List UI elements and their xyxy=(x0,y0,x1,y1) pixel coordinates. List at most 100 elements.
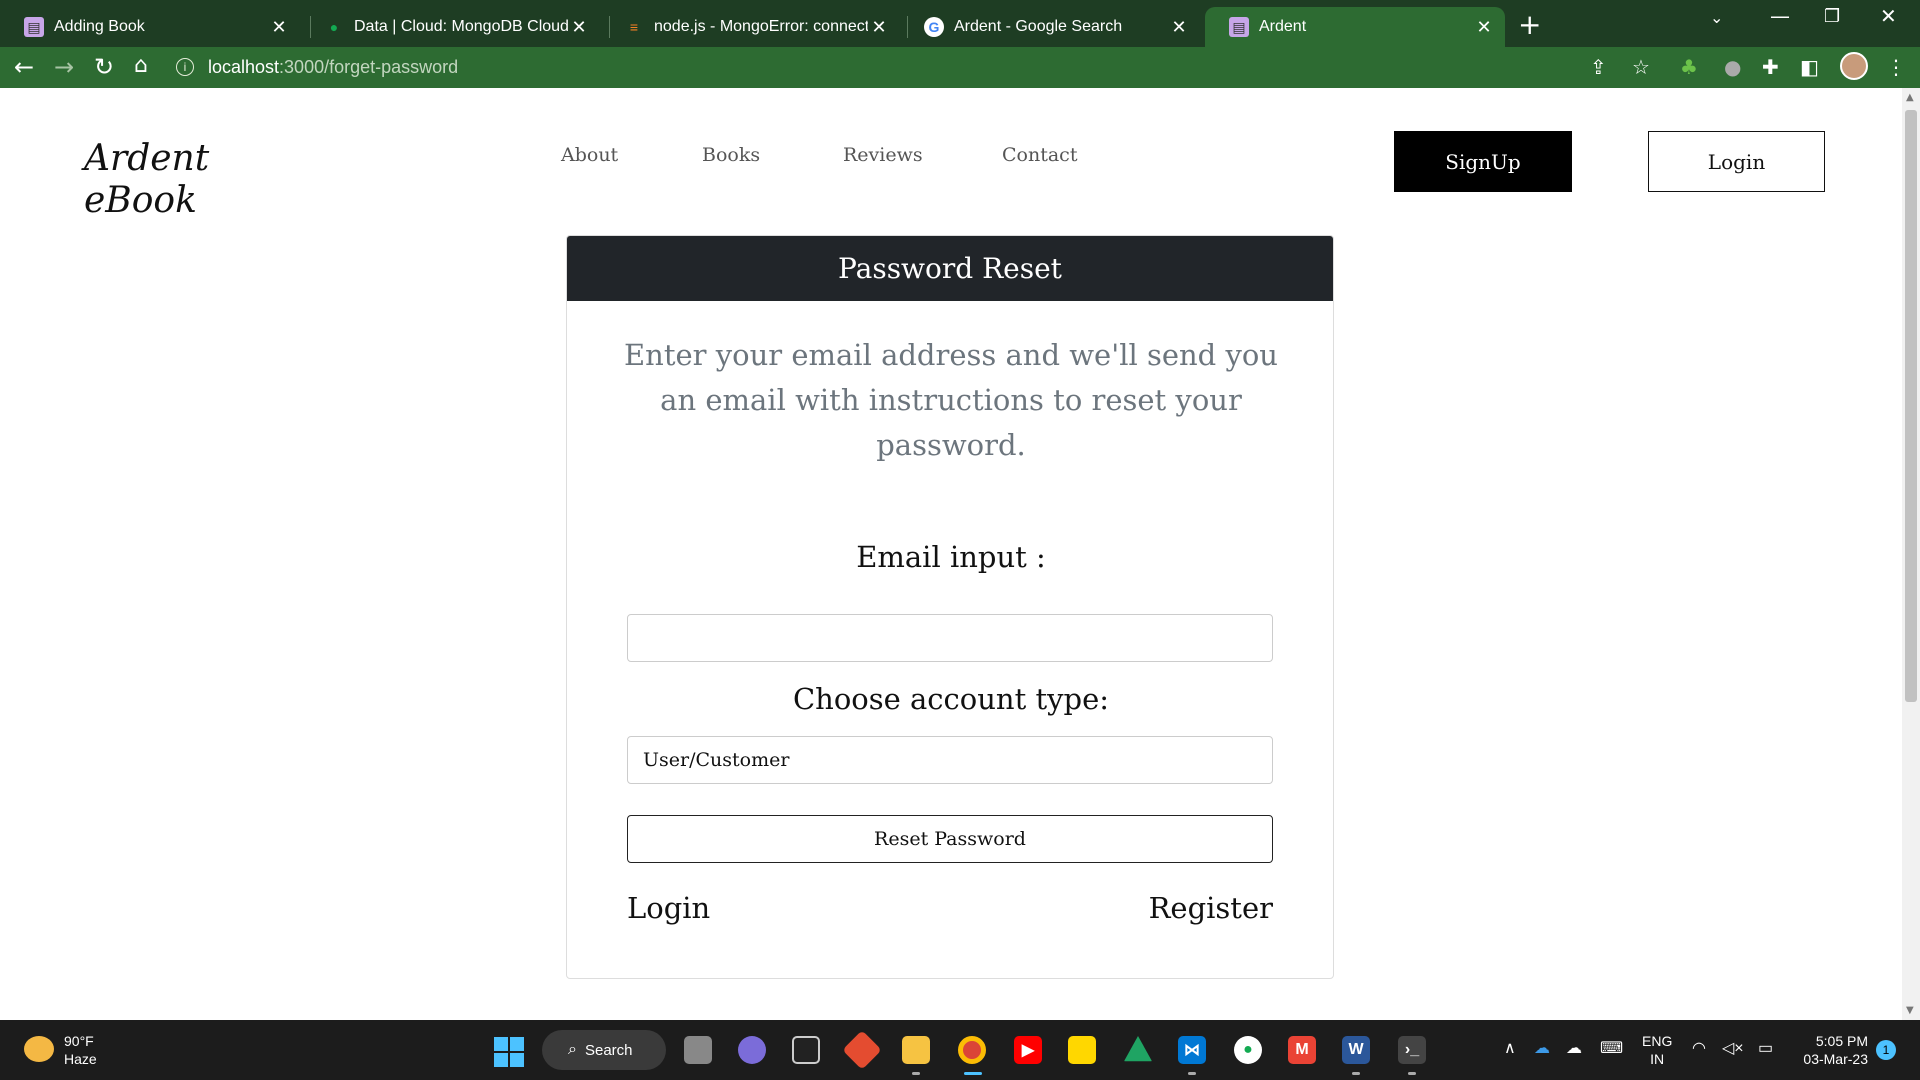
search-label: Search xyxy=(584,1041,633,1059)
restore-icon[interactable]: ❐ xyxy=(1824,6,1840,27)
extensions-puzzle-icon[interactable]: ✚ xyxy=(1762,55,1779,79)
close-tab-icon[interactable]: ✕ xyxy=(868,17,890,38)
account-type-label: Choose account type: xyxy=(792,682,1110,716)
tab-title: node.js - MongoError: connect EC xyxy=(654,18,868,35)
profile-avatar[interactable] xyxy=(1840,52,1868,80)
vscode-icon[interactable]: ⋈ xyxy=(1178,1036,1206,1064)
browser-toolbar: ← → ↻ ⌂ i localhost:3000/forget-password… xyxy=(0,47,1920,88)
terminal-app-icon[interactable] xyxy=(792,1036,820,1064)
mongodb-leaf-icon: ● xyxy=(329,19,339,35)
email-input[interactable] xyxy=(627,614,1273,662)
nav-contact[interactable]: Contact xyxy=(1002,144,1077,166)
close-tab-icon[interactable]: ✕ xyxy=(1473,17,1495,38)
reset-password-button[interactable]: Reset Password xyxy=(627,815,1273,863)
share-icon[interactable]: ⇪ xyxy=(1590,55,1607,79)
page-scrollbar[interactable]: ▲ ▼ xyxy=(1902,88,1920,1020)
scroll-up-icon[interactable]: ▲ xyxy=(1906,92,1914,103)
login-button[interactable]: Login xyxy=(1648,131,1825,192)
stackoverflow-icon: ≡ xyxy=(629,19,639,35)
card-title: Password Reset xyxy=(567,236,1333,301)
nav-about[interactable]: About xyxy=(561,144,618,166)
system-clock[interactable]: 5:05 PM 03-Mar-23 xyxy=(1794,1032,1868,1068)
volume-muted-icon[interactable]: ◁× xyxy=(1722,1038,1744,1058)
tab-search-icon[interactable]: ⌄ xyxy=(1710,8,1723,27)
file-explorer-icon[interactable] xyxy=(902,1036,930,1064)
close-tab-icon[interactable]: ✕ xyxy=(568,17,590,38)
onedrive-icon[interactable]: ☁ xyxy=(1534,1038,1550,1058)
tab-stackoverflow[interactable]: ≡ node.js - MongoError: connect EC ✕ xyxy=(600,7,900,47)
site-logo[interactable]: Ardent eBook xyxy=(84,138,210,222)
url-path: :3000/forget-password xyxy=(279,56,459,77)
language-indicator[interactable]: ENG IN xyxy=(1642,1032,1672,1068)
teams-chat-icon[interactable] xyxy=(738,1036,766,1064)
new-tab-button[interactable]: + xyxy=(1518,8,1541,41)
close-window-icon[interactable]: ✕ xyxy=(1880,4,1897,28)
address-bar[interactable]: i localhost:3000/forget-password xyxy=(176,49,1596,85)
url-host: localhost xyxy=(208,56,280,77)
sticky-notes-icon[interactable] xyxy=(1068,1036,1096,1064)
tab-title: Data | Cloud: MongoDB Cloud xyxy=(354,18,568,35)
book-favicon-icon: ▤ xyxy=(24,17,44,37)
bookmark-star-icon[interactable]: ☆ xyxy=(1632,55,1650,79)
task-view-icon[interactable] xyxy=(684,1036,712,1064)
cloud-icon[interactable]: ☁ xyxy=(1566,1038,1582,1058)
tab-title: Ardent xyxy=(1259,18,1307,35)
wifi-icon[interactable]: ◠ xyxy=(1692,1038,1706,1058)
notification-badge[interactable]: 1 xyxy=(1876,1040,1896,1060)
windows-taskbar: 90°F Haze ⌕ Search ▶ ⋈ ● M W ›_ ∧ ☁ ☁ ⌨ … xyxy=(0,1020,1920,1080)
browser-tab-bar: ▤ Adding Book ✕ ● Data | Cloud: MongoDB … xyxy=(0,0,1920,47)
logo-line-1: Ardent xyxy=(84,138,210,179)
chrome-icon[interactable] xyxy=(958,1036,986,1064)
taskbar-search[interactable]: ⌕ Search xyxy=(542,1030,666,1070)
nav-books[interactable]: Books xyxy=(702,144,760,166)
extension-icon[interactable]: ● xyxy=(1724,55,1741,79)
tab-ardent[interactable]: ▤ Ardent ✕ xyxy=(1205,7,1505,47)
tab-title: Ardent - Google Search xyxy=(954,18,1123,35)
password-reset-card: Password Reset Enter your email address … xyxy=(566,235,1334,979)
extension-tree-icon[interactable]: ♣ xyxy=(1680,55,1698,79)
command-prompt-icon[interactable]: ›_ xyxy=(1398,1036,1426,1064)
youtube-icon[interactable]: ▶ xyxy=(1014,1036,1042,1064)
clock-time: 5:05 PM xyxy=(1815,1033,1868,1049)
windows-start-icon[interactable] xyxy=(494,1037,524,1067)
tab-mongodb-cloud[interactable]: ● Data | Cloud: MongoDB Cloud ✕ xyxy=(300,7,600,47)
menu-kebab-icon[interactable]: ⋮ xyxy=(1886,55,1906,79)
login-link[interactable]: Login xyxy=(627,891,710,925)
account-type-select[interactable]: User/Customer xyxy=(627,736,1273,784)
minimize-icon[interactable]: — xyxy=(1770,4,1790,28)
scrollbar-thumb[interactable] xyxy=(1905,110,1917,702)
site-info-icon[interactable]: i xyxy=(176,58,194,76)
page-viewport: Ardent eBook About Books Reviews Contact… xyxy=(0,88,1902,1020)
close-tab-icon[interactable]: ✕ xyxy=(268,17,290,38)
close-tab-icon[interactable]: ✕ xyxy=(1168,17,1190,38)
mongodb-compass-icon[interactable]: ● xyxy=(1234,1036,1262,1064)
weather-haze-icon[interactable] xyxy=(24,1036,54,1062)
nav-reviews[interactable]: Reviews xyxy=(843,144,923,166)
weather-widget[interactable]: 90°F Haze xyxy=(64,1032,97,1068)
email-label: Email input : xyxy=(856,540,1046,574)
home-icon[interactable]: ⌂ xyxy=(134,53,148,78)
logo-line-2: eBook xyxy=(84,180,197,221)
signup-button[interactable]: SignUp xyxy=(1394,131,1572,192)
lang-code: ENG xyxy=(1642,1033,1673,1049)
register-link[interactable]: Register xyxy=(1149,891,1273,925)
card-description: Enter your email address and we'll send … xyxy=(624,338,1278,462)
git-icon[interactable] xyxy=(842,1030,882,1070)
google-drive-icon[interactable] xyxy=(1124,1036,1152,1062)
side-panel-icon[interactable]: ◧ xyxy=(1800,55,1819,79)
battery-icon[interactable]: ▭ xyxy=(1758,1038,1773,1058)
tab-adding-book[interactable]: ▤ Adding Book ✕ xyxy=(0,7,300,47)
forward-icon[interactable]: → xyxy=(54,53,74,81)
book-favicon-icon: ▤ xyxy=(1229,17,1249,37)
tab-google-search[interactable]: G Ardent - Google Search ✕ xyxy=(900,7,1200,47)
word-icon[interactable]: W xyxy=(1342,1036,1370,1064)
clock-date: 03-Mar-23 xyxy=(1803,1051,1868,1067)
keyboard-icon[interactable]: ⌨ xyxy=(1600,1038,1623,1058)
back-icon[interactable]: ← xyxy=(14,53,34,81)
lang-region: IN xyxy=(1650,1051,1665,1067)
gmail-icon[interactable]: M xyxy=(1288,1036,1316,1064)
scroll-down-icon[interactable]: ▼ xyxy=(1906,1005,1914,1016)
reload-icon[interactable]: ↻ xyxy=(94,53,114,81)
search-icon: ⌕ xyxy=(568,1041,577,1058)
show-hidden-icons-chevron-icon[interactable]: ∧ xyxy=(1504,1038,1516,1058)
